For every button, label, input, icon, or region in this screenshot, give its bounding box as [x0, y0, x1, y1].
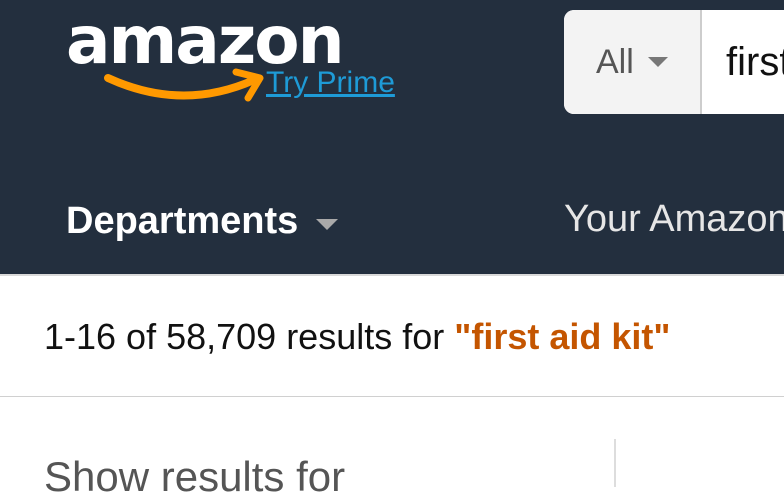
search-input[interactable] [702, 10, 784, 114]
search-scope-dropdown[interactable]: All [564, 10, 702, 114]
caret-down-icon [316, 219, 339, 230]
sidebar-title: Show results for [44, 453, 346, 500]
sidebar-divider [614, 439, 616, 487]
top-navbar: amazon Try Prime All Departments Your Am… [0, 0, 784, 274]
try-prime-link[interactable]: Try Prime [266, 68, 395, 98]
search-bar: All [564, 10, 784, 114]
departments-label: Departments [66, 200, 299, 242]
smile-arrow-icon [104, 68, 264, 102]
results-info-bar: 1-16 of 58,709 results for "first aid ki… [0, 274, 784, 399]
results-summary: 1-16 of 58,709 results for [44, 316, 445, 357]
your-amazon-link[interactable]: Your Amazon [564, 198, 784, 241]
search-scope-label: All [596, 42, 634, 81]
content-area: Show results for [0, 397, 784, 500]
caret-down-icon [647, 57, 668, 67]
amazon-logo[interactable]: amazon Try Prime [66, 8, 426, 108]
departments-menu[interactable]: Departments [66, 200, 339, 243]
logo-wordmark: amazon [66, 2, 345, 79]
results-query: "first aid kit" [454, 316, 671, 357]
results-count: 1-16 of 58,709 results for "first aid ki… [44, 316, 670, 358]
